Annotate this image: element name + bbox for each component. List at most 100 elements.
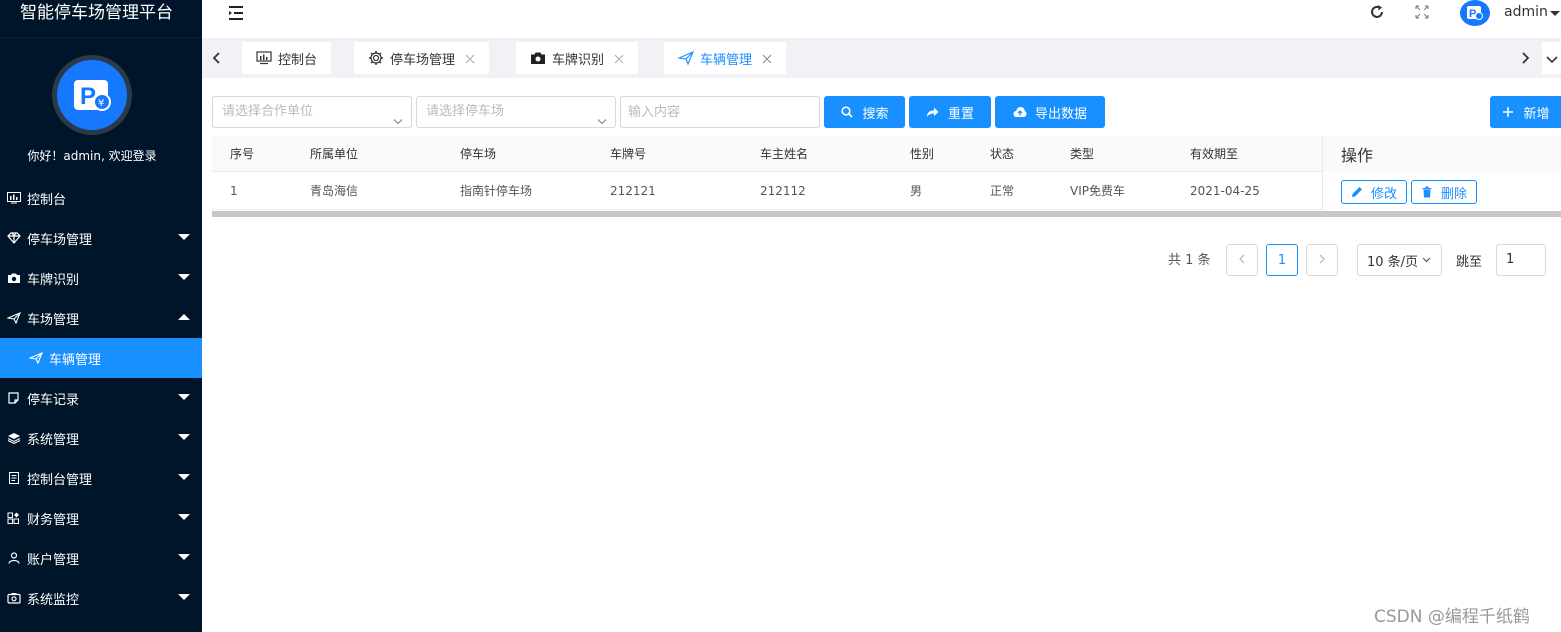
table-cell: 男 [910, 184, 923, 198]
user-avatar[interactable]: P [1460, 0, 1490, 26]
chevron-right-icon[interactable] [1518, 50, 1532, 64]
svg-text:P: P [80, 83, 96, 110]
chevron-down-icon [393, 108, 403, 125]
jump-page-input[interactable]: 1 [1496, 244, 1546, 276]
tab-parking-lot-management[interactable]: 停车场管理 [354, 42, 490, 74]
table-horizontal-scrollbar[interactable] [212, 211, 1561, 217]
export-button-label: 导出数据 [1034, 106, 1087, 122]
partner-select[interactable]: 请选择合作单位 [212, 96, 412, 128]
pagination-total: 共 1 条 [1168, 253, 1211, 268]
edit-button[interactable]: 修改 [1341, 180, 1407, 204]
edit-button-label: 修改 [1370, 186, 1397, 202]
next-page-button[interactable] [1306, 244, 1338, 276]
app: 智能停车场管理平台 P ¥ 你好！admin, 欢迎登录 控制台 停车场管理 车… [0, 0, 1561, 632]
close-icon[interactable] [465, 53, 475, 64]
sidebar-item-finance-management[interactable]: 财务管理 [0, 498, 202, 538]
chevron-right-icon [1318, 253, 1326, 268]
note-icon [6, 390, 22, 406]
pagination: 共 1 条 1 10 条/页 跳至 1 [202, 244, 1561, 276]
send-icon [678, 50, 694, 66]
tabs-dropdown-button[interactable] [1542, 42, 1561, 74]
tab-vehicle-management[interactable]: 车辆管理 [664, 42, 787, 74]
search-button[interactable]: 搜索 [824, 96, 905, 128]
monitor-camera-icon [6, 590, 22, 606]
sidebar-item-system-management[interactable]: 系统管理 [0, 418, 202, 458]
add-button-label: 新增 [1523, 106, 1550, 122]
svg-text:P: P [1469, 8, 1476, 20]
reset-button[interactable]: 重置 [909, 96, 991, 128]
sidebar-item-plate-recognition[interactable]: 车牌识别 [0, 258, 202, 298]
avatar: P ¥ [52, 55, 132, 135]
table-cell: 212112 [760, 183, 806, 198]
add-button[interactable]: 新增 [1490, 96, 1561, 128]
top-header: P admin [202, 0, 1561, 38]
jump-label: 跳至 [1456, 255, 1483, 270]
actions-cell: 修改 删除 [1322, 172, 1561, 210]
sidebar: 智能停车场管理平台 P ¥ 你好！admin, 欢迎登录 控制台 停车场管理 车… [0, 0, 202, 632]
tab-label: 控制台 [278, 52, 318, 68]
chevron-down-icon [178, 514, 190, 520]
chevron-down-icon [597, 108, 607, 125]
chevron-down-icon [178, 594, 190, 600]
chevron-down-icon [178, 274, 190, 280]
table-cell: 1 [230, 183, 238, 198]
send-icon [6, 310, 22, 326]
table-cell: 212121 [610, 183, 656, 198]
sidebar-item-parking-records[interactable]: 停车记录 [0, 378, 202, 418]
username[interactable]: admin [1504, 4, 1548, 20]
tabs-bar: 控制台 停车场管理 车牌识别 车辆管理 [202, 38, 1561, 78]
search-button-label: 搜索 [862, 106, 889, 122]
delete-button[interactable]: 删除 [1411, 180, 1477, 204]
send-icon [28, 350, 44, 366]
sidebar-item-yard-management[interactable]: 车场管理 [0, 298, 202, 338]
parking-logo-icon: P ¥ [57, 60, 127, 130]
sidebar-item-label: 系统监控 [27, 592, 80, 608]
column-header: 类型 [1070, 147, 1095, 161]
layers-icon [6, 430, 22, 446]
sidebar-item-console-management[interactable]: 控制台管理 [0, 458, 202, 498]
table-cell: VIP免费车 [1070, 184, 1125, 198]
column-header: 停车场 [460, 147, 497, 161]
actions-column-header: 操作 [1322, 136, 1561, 172]
sidebar-item-label: 系统管理 [27, 432, 80, 448]
close-icon[interactable] [762, 53, 772, 64]
page-number: 1 [1277, 252, 1287, 268]
refresh-icon[interactable] [1368, 3, 1386, 21]
tab-dashboard[interactable]: 控制台 [242, 42, 332, 74]
sidebar-item-system-monitor[interactable]: 系统监控 [0, 578, 202, 618]
export-button[interactable]: 导出数据 [995, 96, 1105, 128]
page-number-button[interactable]: 1 [1266, 244, 1298, 276]
column-header: 车主姓名 [760, 147, 809, 161]
sidebar-item-dashboard[interactable]: 控制台 [0, 178, 202, 218]
trash-icon [1421, 186, 1433, 198]
partner-select-placeholder: 请选择合作单位 [222, 104, 314, 119]
tab-plate-recognition[interactable]: 车牌识别 [516, 42, 639, 74]
fullscreen-icon[interactable] [1413, 3, 1431, 21]
chevron-down-icon[interactable] [1550, 11, 1560, 16]
welcome-text: 你好！admin, 欢迎登录 [27, 149, 157, 163]
sidebar-item-account-management[interactable]: 账户管理 [0, 538, 202, 578]
gear-icon [368, 50, 384, 66]
dashboard-icon [6, 190, 22, 206]
parking-lot-select[interactable]: 请选择停车场 [416, 96, 616, 128]
sidebar-item-vehicle-management[interactable]: 车辆管理 [0, 338, 202, 378]
chevron-left-icon[interactable] [210, 50, 224, 64]
delete-button-label: 删除 [1440, 186, 1467, 202]
sidebar-item-label: 停车记录 [27, 392, 80, 408]
main-content: 请选择合作单位 请选择停车场 搜索 重置 [202, 78, 1561, 632]
close-icon[interactable] [614, 53, 624, 64]
sidebar-item-label: 财务管理 [27, 512, 80, 528]
chevron-down-icon [1422, 257, 1431, 263]
sidebar-item-parking-lot[interactable]: 停车场管理 [0, 218, 202, 258]
chevron-down-icon [178, 234, 190, 240]
camera-icon [6, 270, 22, 286]
prev-page-button[interactable] [1226, 244, 1258, 276]
keyword-input[interactable] [620, 96, 820, 128]
column-header: 序号 [230, 147, 255, 161]
svg-text:¥: ¥ [98, 98, 104, 109]
sidebar-item-label: 控制台管理 [27, 472, 93, 488]
menu-fold-icon[interactable] [226, 3, 246, 23]
page-size-select[interactable]: 10 条/页 [1357, 244, 1442, 276]
app-title: 智能停车场管理平台 [0, 0, 202, 38]
chevron-down-icon [1545, 49, 1558, 68]
